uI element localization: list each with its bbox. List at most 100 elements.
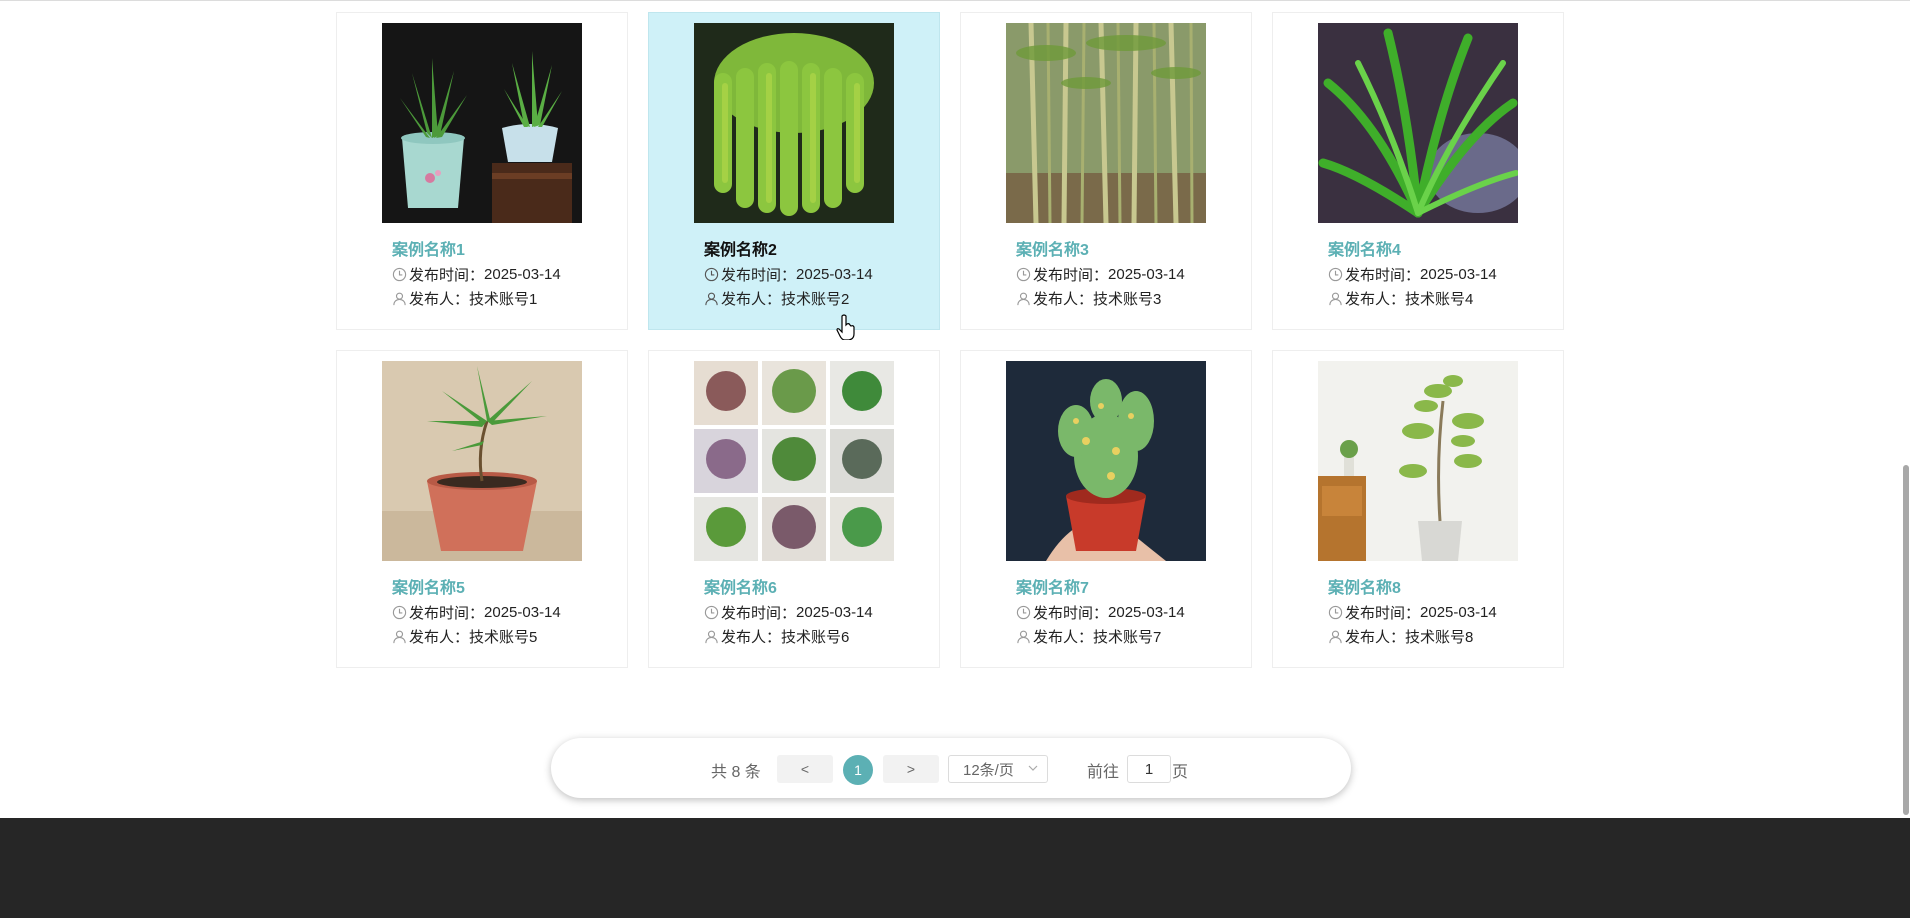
potted-seedling-photo[interactable] (382, 361, 582, 561)
time-value: 2025-03-14 (484, 604, 561, 621)
case-publish-time: 发布时间： 2025-03-14 (704, 264, 873, 285)
user-icon (392, 291, 407, 306)
case-author: 发布人： 技术账号5 (392, 626, 537, 647)
case-card[interactable]: 案例名称6 发布时间： 2025-03-14 发布人： 技术账号6 (648, 350, 940, 668)
case-author: 发布人： 技术账号6 (704, 626, 849, 647)
header-divider (0, 0, 1910, 1)
author-value: 技术账号3 (1093, 291, 1162, 308)
user-icon (1328, 291, 1343, 306)
clock-icon (392, 267, 407, 282)
author-label: 发布人： (1033, 629, 1094, 646)
goto-suffix: 页 (1172, 764, 1189, 781)
time-value: 2025-03-14 (1108, 604, 1185, 621)
author-label: 发布人： (409, 291, 470, 308)
user-icon (392, 629, 407, 644)
case-card[interactable]: 案例名称7 发布时间： 2025-03-14 发布人： 技术账号7 (960, 350, 1252, 668)
user-icon (1328, 629, 1343, 644)
case-title[interactable]: 案例名称3 (1016, 236, 1089, 260)
bamboo-photo[interactable] (1006, 23, 1206, 223)
time-label: 发布时间： (721, 605, 797, 622)
author-label: 发布人： (1345, 629, 1406, 646)
time-label: 发布时间： (1345, 605, 1421, 622)
time-label: 发布时间： (1345, 267, 1421, 284)
page-scrollbar[interactable] (1903, 465, 1909, 815)
case-publish-time: 发布时间： 2025-03-14 (392, 602, 561, 623)
author-label: 发布人： (721, 291, 782, 308)
time-value: 2025-03-14 (796, 266, 873, 283)
author-label: 发布人： (409, 629, 470, 646)
goto-page-input[interactable]: 1 (1127, 755, 1171, 783)
clock-icon (1016, 605, 1031, 620)
case-card[interactable]: 案例名称8 发布时间： 2025-03-14 发布人： 技术账号8 (1272, 350, 1564, 668)
next-page-button[interactable]: > (883, 755, 939, 783)
clock-icon (392, 605, 407, 620)
pagination-total: 共 8 条 (711, 764, 761, 781)
case-author: 发布人： 技术账号2 (704, 288, 849, 309)
user-icon (704, 291, 719, 306)
case-publish-time: 发布时间： 2025-03-14 (704, 602, 873, 623)
hanging-succulent-photo[interactable] (694, 23, 894, 223)
author-value: 技术账号4 (1405, 291, 1474, 308)
case-title[interactable]: 案例名称1 (392, 236, 465, 260)
time-value: 2025-03-14 (796, 604, 873, 621)
case-publish-time: 发布时间： 2025-03-14 (1016, 602, 1185, 623)
author-value: 技术账号5 (469, 629, 538, 646)
case-title[interactable]: 案例名称5 (392, 574, 465, 598)
chevron-down-icon (1028, 765, 1038, 771)
user-icon (1016, 629, 1031, 644)
pagination: 共 8 条 < 1 > 12条/页 前往 1 页 (551, 738, 1351, 798)
case-card[interactable]: 案例名称4 发布时间： 2025-03-14 发布人： 技术账号4 (1272, 12, 1564, 330)
time-value: 2025-03-14 (1108, 266, 1185, 283)
cactus-in-hand-photo[interactable] (1006, 361, 1206, 561)
time-value: 2025-03-14 (484, 266, 561, 283)
page-size-value: 12条/页 (963, 761, 1014, 779)
case-title[interactable]: 案例名称7 (1016, 574, 1089, 598)
time-label: 发布时间： (1033, 267, 1109, 284)
page-footer (0, 818, 1910, 918)
prev-page-button[interactable]: < (777, 755, 833, 783)
goto-prefix: 前往 (1087, 764, 1120, 781)
case-grid: 案例名称1 发布时间： 2025-03-14 发布人： 技术账号1 案例名称2 … (336, 12, 1564, 668)
plant-collage-photo[interactable] (694, 361, 894, 561)
clock-icon (1016, 267, 1031, 282)
case-author: 发布人： 技术账号1 (392, 288, 537, 309)
case-title[interactable]: 案例名称8 (1328, 574, 1401, 598)
case-card[interactable]: 案例名称3 发布时间： 2025-03-14 发布人： 技术账号3 (960, 12, 1252, 330)
author-label: 发布人： (1033, 291, 1094, 308)
user-icon (704, 629, 719, 644)
time-label: 发布时间： (409, 267, 485, 284)
case-author: 发布人： 技术账号3 (1016, 288, 1161, 309)
case-publish-time: 发布时间： 2025-03-14 (1328, 602, 1497, 623)
author-value: 技术账号2 (781, 291, 850, 308)
indoor-tree-photo[interactable] (1318, 361, 1518, 561)
time-value: 2025-03-14 (1420, 604, 1497, 621)
case-title[interactable]: 案例名称6 (704, 574, 777, 598)
time-label: 发布时间： (1033, 605, 1109, 622)
case-publish-time: 发布时间： 2025-03-14 (1016, 264, 1185, 285)
case-card[interactable]: 案例名称2 发布时间： 2025-03-14 发布人： 技术账号2 (648, 12, 940, 330)
page-size-select[interactable]: 12条/页 (948, 755, 1048, 783)
case-title[interactable]: 案例名称4 (1328, 236, 1401, 260)
author-label: 发布人： (721, 629, 782, 646)
case-title[interactable]: 案例名称2 (704, 236, 777, 260)
case-publish-time: 发布时间： 2025-03-14 (392, 264, 561, 285)
case-card[interactable]: 案例名称1 发布时间： 2025-03-14 发布人： 技术账号1 (336, 12, 628, 330)
user-icon (1016, 291, 1031, 306)
time-label: 发布时间： (409, 605, 485, 622)
page-1-button[interactable]: 1 (843, 755, 873, 785)
clock-icon (704, 267, 719, 282)
case-author: 发布人： 技术账号7 (1016, 626, 1161, 647)
author-value: 技术账号7 (1093, 629, 1162, 646)
case-author: 发布人： 技术账号8 (1328, 626, 1473, 647)
case-card[interactable]: 案例名称5 发布时间： 2025-03-14 发布人： 技术账号5 (336, 350, 628, 668)
author-label: 发布人： (1345, 291, 1406, 308)
time-value: 2025-03-14 (1420, 266, 1497, 283)
grass-leaves-photo[interactable] (1318, 23, 1518, 223)
case-author: 发布人： 技术账号4 (1328, 288, 1473, 309)
hand-cursor-icon (836, 314, 855, 340)
time-label: 发布时间： (721, 267, 797, 284)
author-value: 技术账号6 (781, 629, 850, 646)
aloe-pots-photo[interactable] (382, 23, 582, 223)
clock-icon (1328, 605, 1343, 620)
case-publish-time: 发布时间： 2025-03-14 (1328, 264, 1497, 285)
